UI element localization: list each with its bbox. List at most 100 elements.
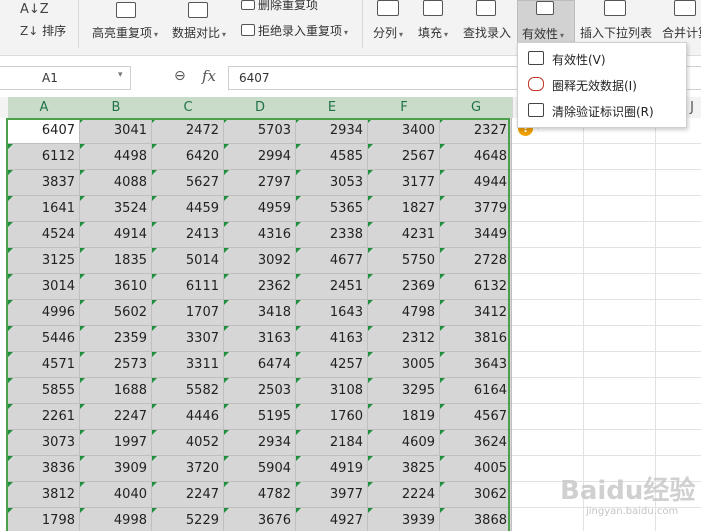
table-cell[interactable]: 3939 [368, 508, 440, 531]
empty-cell[interactable] [512, 170, 584, 196]
table-cell[interactable]: 3624 [440, 430, 512, 456]
table-cell[interactable]: 3812 [8, 482, 80, 508]
column-header-f[interactable]: F [368, 97, 441, 120]
table-cell[interactable]: 2451 [296, 274, 368, 300]
column-header-e[interactable]: E [296, 97, 369, 120]
empty-cell[interactable] [584, 300, 656, 326]
table-cell[interactable]: 5904 [224, 456, 296, 482]
table-cell[interactable]: 3005 [368, 352, 440, 378]
empty-cell[interactable] [584, 274, 656, 300]
table-cell[interactable]: 5582 [152, 378, 224, 404]
table-cell[interactable]: 4524 [8, 222, 80, 248]
insert-dropdown-button[interactable]: 插入下拉列表 [580, 24, 652, 41]
table-cell[interactable]: 3307 [152, 326, 224, 352]
table-cell[interactable]: 2728 [440, 248, 512, 274]
menu-item-clear-circles[interactable]: 清除验证标识圈(R) [518, 97, 686, 123]
table-cell[interactable]: 6132 [440, 274, 512, 300]
table-cell[interactable]: 1688 [80, 378, 152, 404]
table-cell[interactable]: 2359 [80, 326, 152, 352]
empty-cell[interactable] [584, 430, 656, 456]
table-cell[interactable]: 2472 [152, 118, 224, 144]
table-cell[interactable]: 4585 [296, 144, 368, 170]
empty-cell[interactable] [656, 222, 701, 248]
table-cell[interactable]: 4257 [296, 352, 368, 378]
table-cell[interactable]: 3073 [8, 430, 80, 456]
table-cell[interactable]: 2184 [296, 430, 368, 456]
table-cell[interactable]: 1641 [8, 196, 80, 222]
table-cell[interactable]: 3676 [224, 508, 296, 531]
empty-cell[interactable] [512, 144, 584, 170]
sort-button[interactable]: Z↓ 排序 [20, 22, 66, 39]
table-cell[interactable]: 3610 [80, 274, 152, 300]
empty-cell[interactable] [512, 274, 584, 300]
table-cell[interactable]: 3449 [440, 222, 512, 248]
table-cell[interactable]: 3163 [224, 326, 296, 352]
table-cell[interactable]: 6111 [152, 274, 224, 300]
empty-cell[interactable] [512, 222, 584, 248]
table-cell[interactable]: 3720 [152, 456, 224, 482]
table-cell[interactable]: 3311 [152, 352, 224, 378]
table-cell[interactable]: 2994 [224, 144, 296, 170]
table-cell[interactable]: 2573 [80, 352, 152, 378]
table-cell[interactable]: 3977 [296, 482, 368, 508]
table-cell[interactable]: 4088 [80, 170, 152, 196]
table-cell[interactable]: 3418 [224, 300, 296, 326]
table-cell[interactable]: 3837 [8, 170, 80, 196]
empty-cell[interactable] [584, 404, 656, 430]
table-cell[interactable]: 4677 [296, 248, 368, 274]
empty-cell[interactable] [512, 196, 584, 222]
column-header-a[interactable]: A [8, 97, 81, 120]
table-cell[interactable]: 5195 [224, 404, 296, 430]
table-cell[interactable]: 3041 [80, 118, 152, 144]
validity-button[interactable]: 有效性 ▾ [517, 0, 575, 44]
empty-cell[interactable] [512, 404, 584, 430]
table-cell[interactable]: 2312 [368, 326, 440, 352]
table-cell[interactable]: 3295 [368, 378, 440, 404]
table-cell[interactable]: 5855 [8, 378, 80, 404]
empty-cell[interactable] [656, 430, 701, 456]
table-cell[interactable]: 2261 [8, 404, 80, 430]
empty-cell[interactable] [656, 196, 701, 222]
column-header-c[interactable]: C [152, 97, 225, 120]
merge-calc-button[interactable]: 合并计算 [662, 24, 701, 41]
table-cell[interactable]: 4919 [296, 456, 368, 482]
table-cell[interactable]: 4231 [368, 222, 440, 248]
table-cell[interactable]: 3062 [440, 482, 512, 508]
table-cell[interactable]: 4914 [80, 222, 152, 248]
table-cell[interactable]: 4927 [296, 508, 368, 531]
name-box[interactable]: A1 ▾ [0, 66, 131, 90]
table-cell[interactable]: 1798 [8, 508, 80, 531]
table-cell[interactable]: 4040 [80, 482, 152, 508]
column-header-g[interactable]: G [440, 97, 513, 120]
table-cell[interactable]: 3400 [368, 118, 440, 144]
empty-cell[interactable] [584, 144, 656, 170]
table-cell[interactable]: 6474 [224, 352, 296, 378]
table-cell[interactable]: 6420 [152, 144, 224, 170]
table-cell[interactable]: 4782 [224, 482, 296, 508]
table-cell[interactable]: 3412 [440, 300, 512, 326]
empty-cell[interactable] [656, 274, 701, 300]
table-cell[interactable]: 4316 [224, 222, 296, 248]
zoom-icon[interactable]: ⊖ [174, 68, 186, 84]
table-cell[interactable]: 1707 [152, 300, 224, 326]
empty-cell[interactable] [512, 352, 584, 378]
table-cell[interactable]: 4571 [8, 352, 80, 378]
table-cell[interactable]: 2934 [224, 430, 296, 456]
table-cell[interactable]: 2413 [152, 222, 224, 248]
empty-cell[interactable] [656, 248, 701, 274]
table-cell[interactable]: 4609 [368, 430, 440, 456]
table-cell[interactable]: 1997 [80, 430, 152, 456]
reject-duplicates-button[interactable]: 拒绝录入重复项 ▾ [258, 22, 348, 39]
table-cell[interactable]: 2224 [368, 482, 440, 508]
table-cell[interactable]: 4498 [80, 144, 152, 170]
table-cell[interactable]: 5750 [368, 248, 440, 274]
table-cell[interactable]: 3092 [224, 248, 296, 274]
table-cell[interactable]: 3108 [296, 378, 368, 404]
table-cell[interactable]: 3014 [8, 274, 80, 300]
table-cell[interactable]: 3825 [368, 456, 440, 482]
table-cell[interactable]: 3909 [80, 456, 152, 482]
column-header-b[interactable]: B [80, 97, 153, 120]
table-cell[interactable]: 5365 [296, 196, 368, 222]
table-cell[interactable]: 2247 [80, 404, 152, 430]
table-cell[interactable]: 1835 [80, 248, 152, 274]
